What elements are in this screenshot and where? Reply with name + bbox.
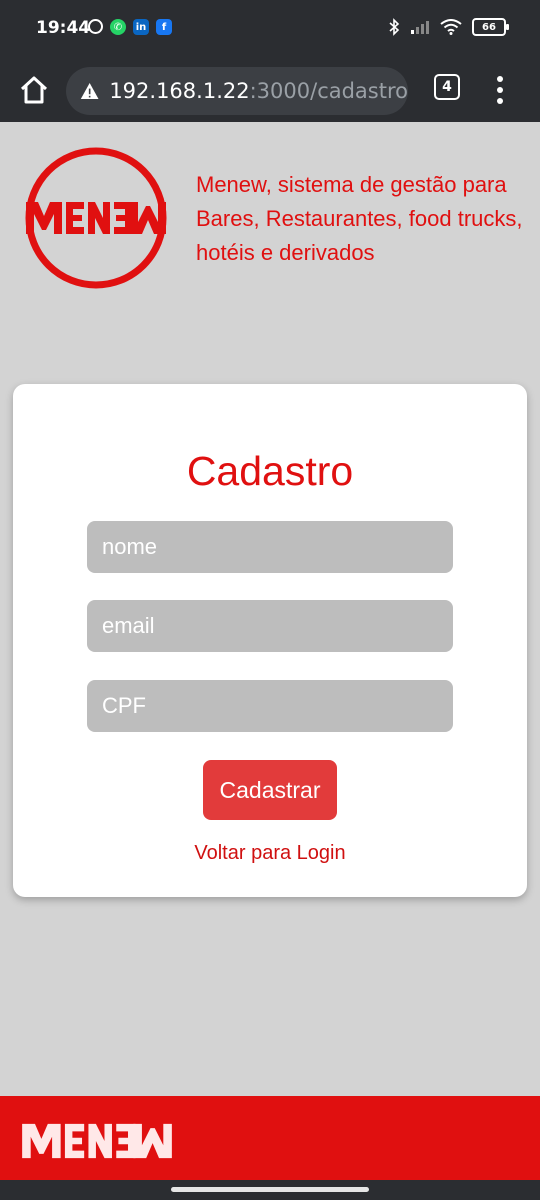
page-title: Cadastro (186, 448, 354, 494)
notification-icons: ✆ in f (88, 19, 172, 35)
wifi-icon (440, 19, 462, 35)
battery-icon: 66 (472, 18, 509, 36)
system-icons: 66 (388, 18, 509, 36)
facebook-icon: f (156, 19, 172, 35)
name-field[interactable]: nome (87, 521, 453, 573)
browser-toolbar: 192.168.1.22:3000/cadastro 4 (0, 60, 540, 122)
overflow-menu-icon[interactable] (492, 72, 508, 108)
status-time: 19:44 (36, 18, 91, 38)
cpf-field[interactable]: CPF (87, 680, 453, 732)
menew-logo (25, 147, 167, 289)
tagline: Menew, sistema de gestão para Bares, Res… (196, 172, 523, 265)
tab-switcher-button[interactable]: 4 (434, 74, 460, 100)
email-field[interactable]: email (87, 600, 453, 652)
bluetooth-icon (389, 18, 400, 36)
address-bar[interactable]: 192.168.1.22:3000/cadastro (66, 67, 408, 115)
signal-icon (411, 21, 429, 34)
whatsapp-icon: ✆ (110, 19, 126, 35)
alarm-icon (88, 19, 103, 34)
linkedin-icon: in (133, 19, 149, 35)
back-to-login-link[interactable]: Voltar para Login (0, 842, 540, 865)
url-host: 192.168.1.22 (109, 79, 250, 103)
home-gesture-handle[interactable] (171, 1187, 369, 1192)
warning-icon[interactable] (80, 80, 99, 102)
status-bar: 19:44 ✆ in f 66 (0, 0, 540, 60)
signup-button[interactable]: Cadastrar (203, 760, 337, 820)
footer-logo (22, 1123, 172, 1159)
url-path: :3000/cadastro (249, 79, 408, 103)
home-icon[interactable] (16, 72, 52, 108)
